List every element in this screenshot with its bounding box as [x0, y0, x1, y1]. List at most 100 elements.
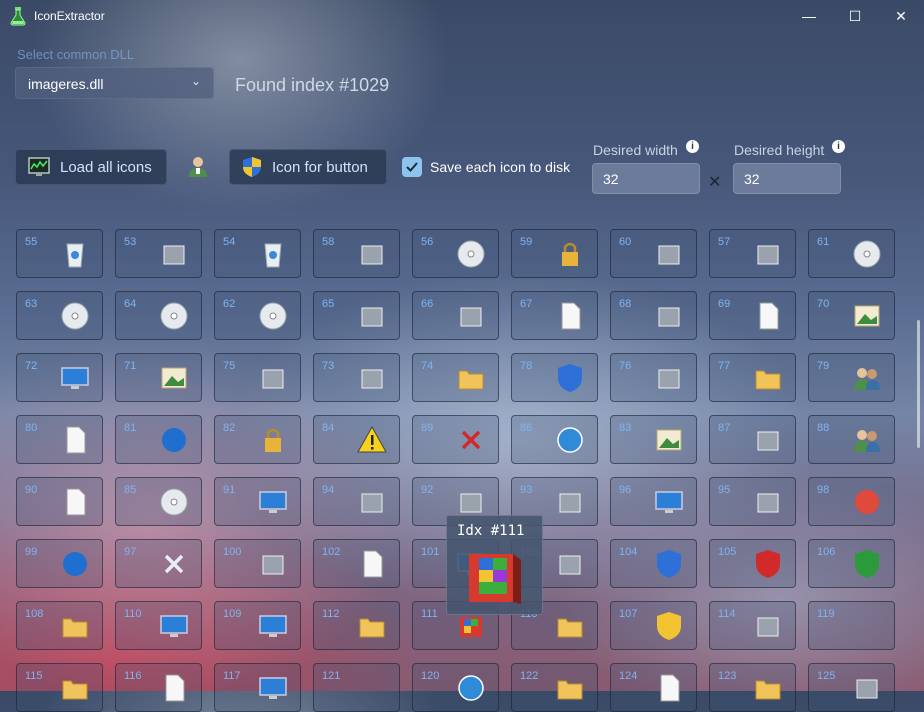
icon-tile[interactable]: 115 — [16, 663, 103, 712]
icon-tile[interactable]: 106 — [808, 539, 895, 588]
icon-index-label: 83 — [619, 422, 632, 434]
icon-tile[interactable]: 104 — [610, 539, 697, 588]
icon-index-label: 85 — [124, 484, 137, 496]
icon-tile[interactable]: 81 — [115, 415, 202, 464]
icon-tile[interactable]: 124 — [610, 663, 697, 712]
icon-tile[interactable]: 72 — [16, 353, 103, 402]
minimize-button[interactable]: — — [786, 0, 832, 32]
icon-tile[interactable]: 100 — [214, 539, 301, 588]
icon-tile[interactable]: 61 — [808, 229, 895, 278]
icon-tile[interactable]: 117 — [214, 663, 301, 712]
icon-tile[interactable]: 89 — [412, 415, 499, 464]
icon-tile[interactable]: 57 — [709, 229, 796, 278]
icon-tile[interactable]: 60 — [610, 229, 697, 278]
icon-tile[interactable]: 73 — [313, 353, 400, 402]
icon-tile[interactable]: 53 — [115, 229, 202, 278]
icon-tile[interactable]: 86 — [511, 415, 598, 464]
icon-tile[interactable]: 64 — [115, 291, 202, 340]
icon-tile[interactable]: 84 — [313, 415, 400, 464]
dll-select[interactable]: imageres.dll ⌄ — [15, 67, 214, 99]
network-share-icon — [361, 369, 383, 389]
icon-index-label: 89 — [421, 422, 434, 434]
icon-tile[interactable]: 82 — [214, 415, 301, 464]
icon-tile[interactable]: 116 — [115, 663, 202, 712]
icon-tile[interactable]: 54 — [214, 229, 301, 278]
icon-tile[interactable]: 67 — [511, 291, 598, 340]
icon-tile[interactable]: 76 — [610, 353, 697, 402]
load-all-icons-button[interactable]: Load all icons — [15, 149, 167, 185]
icon-tile[interactable]: 70 — [808, 291, 895, 340]
icon-tile[interactable]: 58 — [313, 229, 400, 278]
icon-tile[interactable]: 105 — [709, 539, 796, 588]
icon-tile[interactable]: 71 — [115, 353, 202, 402]
save-each-checkbox[interactable] — [402, 157, 422, 177]
icon-tile[interactable]: 91 — [214, 477, 301, 526]
icon-index-label: 54 — [223, 236, 236, 248]
icon-tile[interactable]: 110 — [115, 601, 202, 650]
icon-tile[interactable]: 83 — [610, 415, 697, 464]
icon-tile[interactable]: 97 — [115, 539, 202, 588]
icon-tile[interactable]: 108 — [16, 601, 103, 650]
icon-tile[interactable]: 98 — [808, 477, 895, 526]
icon-tile[interactable]: 123 — [709, 663, 796, 712]
card-icon — [262, 555, 284, 575]
icon-tile[interactable]: 59 — [511, 229, 598, 278]
text-document-icon — [66, 488, 86, 516]
icon-tile[interactable]: 68 — [610, 291, 697, 340]
info-icon[interactable]: i — [832, 140, 845, 153]
icon-tile[interactable]: 112 — [313, 601, 400, 650]
icon-for-button-button[interactable]: Icon for button — [229, 149, 387, 185]
icon-tile[interactable]: 65 — [313, 291, 400, 340]
icon-tile[interactable]: 95 — [709, 477, 796, 526]
icon-tile[interactable]: 107 — [610, 601, 697, 650]
info-icon — [162, 428, 186, 452]
icon-tile[interactable]: 88 — [808, 415, 895, 464]
icon-tile[interactable]: 90 — [16, 477, 103, 526]
icon-tile[interactable]: 79 — [808, 353, 895, 402]
icon-tile[interactable]: 62 — [214, 291, 301, 340]
icon-index-label: 115 — [25, 670, 43, 682]
icon-tile[interactable]: 66 — [412, 291, 499, 340]
icon-tile[interactable]: 120 — [412, 663, 499, 712]
settings-file-icon — [759, 302, 779, 330]
music-folder-icon — [62, 618, 88, 638]
desired-width-input[interactable] — [592, 163, 700, 194]
photo-gallery-icon — [161, 367, 187, 389]
icon-tile[interactable]: 85 — [115, 477, 202, 526]
icon-tile[interactable]: 99 — [16, 539, 103, 588]
monitor-chart-icon — [28, 157, 50, 176]
settings-list-icon — [757, 617, 779, 637]
info-icon[interactable]: i — [686, 140, 699, 153]
icon-index-label: 67 — [520, 298, 533, 310]
icon-tile[interactable]: 63 — [16, 291, 103, 340]
icon-tile[interactable]: 55 — [16, 229, 103, 278]
icon-index-label: 79 — [817, 360, 830, 372]
close-button[interactable]: ✕ — [878, 0, 924, 32]
icon-tile[interactable]: 125 — [808, 663, 895, 712]
icon-tile[interactable]: 77 — [709, 353, 796, 402]
maximize-button[interactable]: ☐ — [832, 0, 878, 32]
icon-index-label: 101 — [421, 546, 440, 558]
scrollbar-thumb[interactable] — [917, 320, 920, 448]
icon-tile[interactable]: 74 — [412, 353, 499, 402]
icon-tile[interactable]: 119 — [808, 601, 895, 650]
icon-index-label: 120 — [421, 670, 440, 682]
icon-tile[interactable]: 78 — [511, 353, 598, 402]
icon-tile[interactable]: 69 — [709, 291, 796, 340]
icon-tile[interactable]: 102 — [313, 539, 400, 588]
icon-tile[interactable]: 94 — [313, 477, 400, 526]
icon-tile[interactable]: 96 — [610, 477, 697, 526]
speakers-icon — [757, 431, 779, 451]
icon-tile[interactable]: 122 — [511, 663, 598, 712]
icon-index-label: 90 — [25, 484, 38, 496]
icon-tile[interactable]: 80 — [16, 415, 103, 464]
icon-tile[interactable]: 56 — [412, 229, 499, 278]
icon-tile[interactable]: 121 — [313, 663, 400, 712]
icon-tile[interactable]: 109 — [214, 601, 301, 650]
desired-height-input[interactable] — [733, 163, 841, 194]
icon-tile[interactable]: 114 — [709, 601, 796, 650]
icon-index-label: 122 — [520, 670, 539, 682]
icon-tile[interactable]: 87 — [709, 415, 796, 464]
icon-index-label: 99 — [25, 546, 38, 558]
icon-tile[interactable]: 75 — [214, 353, 301, 402]
